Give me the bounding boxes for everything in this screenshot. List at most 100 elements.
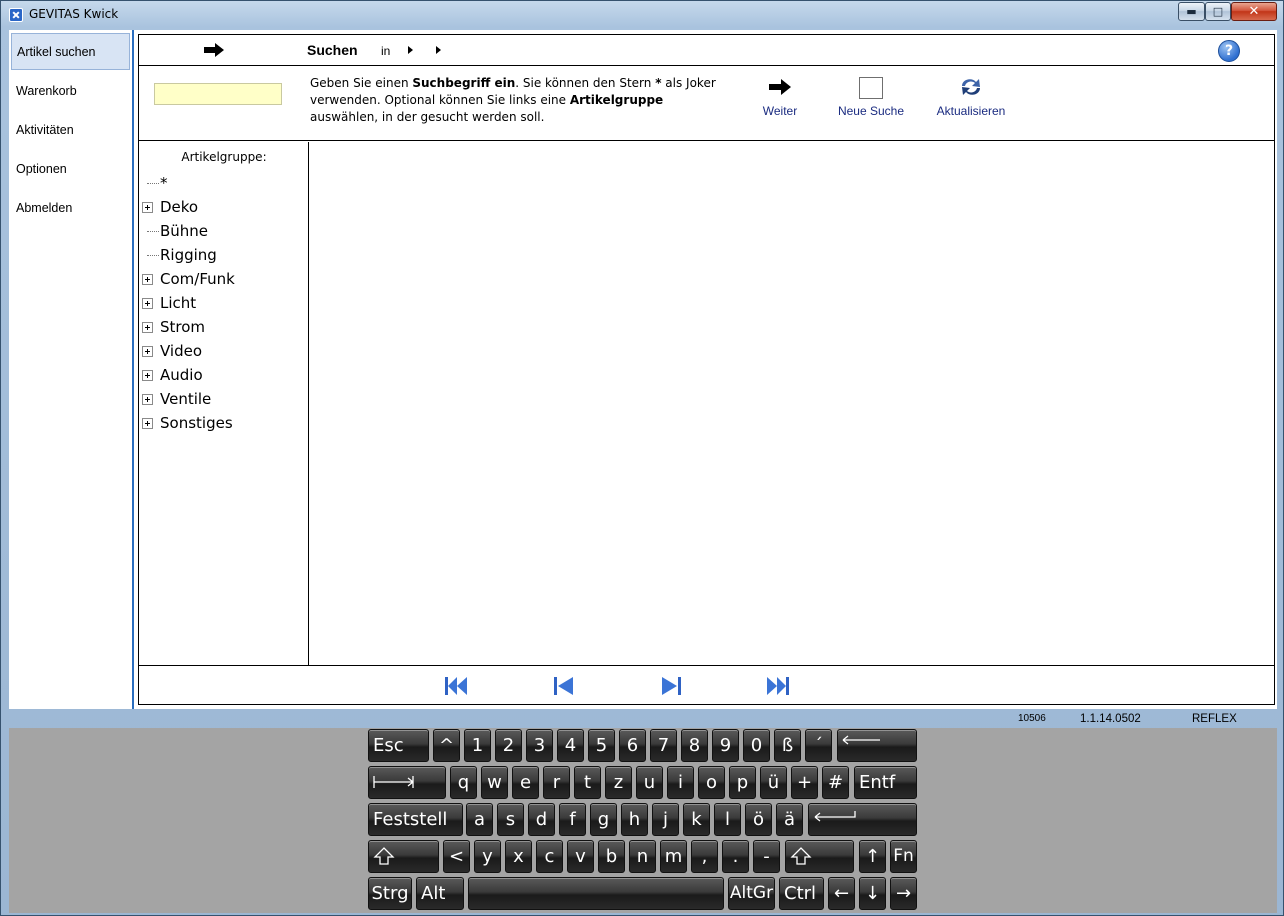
key-feststell[interactable]: Feststell bbox=[368, 803, 463, 836]
key-r[interactable]: r bbox=[543, 766, 570, 799]
key-5[interactable]: 5 bbox=[588, 729, 615, 762]
sidebar-item-aktivitaeten[interactable]: Aktivitäten bbox=[11, 112, 130, 149]
key-k[interactable]: k bbox=[683, 803, 710, 836]
key-w[interactable]: w bbox=[481, 766, 508, 799]
tree-item-strom[interactable]: Strom bbox=[139, 316, 309, 340]
previous-page-icon[interactable] bbox=[551, 675, 577, 697]
minimize-button[interactable]: ▬ bbox=[1178, 2, 1205, 21]
tree-item-audio[interactable]: Audio bbox=[139, 364, 309, 388]
tree-item-licht[interactable]: Licht bbox=[139, 292, 309, 316]
aktualisieren-button[interactable]: Aktualisieren bbox=[929, 75, 1013, 125]
key-c[interactable]: c bbox=[536, 840, 563, 873]
key-acute[interactable]: ´ bbox=[805, 729, 832, 762]
key-2[interactable]: 2 bbox=[495, 729, 522, 762]
breadcrumb-chevron-icon[interactable] bbox=[408, 46, 413, 54]
sidebar-item-artikel-suchen[interactable]: Artikel suchen bbox=[11, 33, 130, 70]
key-p[interactable]: p bbox=[729, 766, 756, 799]
expand-icon[interactable] bbox=[142, 370, 153, 381]
key-esc[interactable]: Esc bbox=[368, 729, 429, 762]
first-page-icon[interactable] bbox=[443, 675, 469, 697]
expand-icon[interactable] bbox=[142, 346, 153, 357]
key-u[interactable]: u bbox=[636, 766, 663, 799]
key-h[interactable]: h bbox=[621, 803, 648, 836]
help-icon[interactable]: ? bbox=[1218, 40, 1240, 62]
key-space[interactable] bbox=[468, 877, 724, 910]
tree-item-buehne[interactable]: Bühne bbox=[139, 220, 309, 244]
sidebar-item-warenkorb[interactable]: Warenkorb bbox=[11, 73, 130, 110]
results-area[interactable] bbox=[310, 142, 1274, 665]
key-fn[interactable]: Fn bbox=[890, 840, 917, 873]
key-plus[interactable]: + bbox=[791, 766, 818, 799]
expand-icon[interactable] bbox=[142, 322, 153, 333]
tree-item-video[interactable]: Video bbox=[139, 340, 309, 364]
key-q[interactable]: q bbox=[450, 766, 477, 799]
key-less-than[interactable]: < bbox=[443, 840, 470, 873]
key-j[interactable]: j bbox=[652, 803, 679, 836]
key-arrow-right[interactable]: → bbox=[890, 877, 917, 910]
expand-icon[interactable] bbox=[142, 418, 153, 429]
key-v[interactable]: v bbox=[567, 840, 594, 873]
weiter-button[interactable]: Weiter bbox=[755, 75, 805, 125]
sidebar-item-optionen[interactable]: Optionen bbox=[11, 151, 130, 188]
next-page-icon[interactable] bbox=[658, 675, 684, 697]
key-1[interactable]: 1 bbox=[464, 729, 491, 762]
neue-suche-button[interactable]: Neue Suche bbox=[829, 75, 913, 125]
key-7[interactable]: 7 bbox=[650, 729, 677, 762]
key-arrow-up[interactable]: ↑ bbox=[859, 840, 886, 873]
key-eszett[interactable]: ß bbox=[774, 729, 801, 762]
key-alt[interactable]: Alt bbox=[416, 877, 464, 910]
close-button[interactable]: ✕ bbox=[1231, 2, 1277, 21]
key-strg[interactable]: Strg bbox=[368, 877, 412, 910]
key-8[interactable]: 8 bbox=[681, 729, 708, 762]
key-d[interactable]: d bbox=[528, 803, 555, 836]
key-o[interactable]: o bbox=[698, 766, 725, 799]
key-minus[interactable]: - bbox=[753, 840, 780, 873]
key-tab[interactable] bbox=[368, 766, 446, 799]
key-arrow-left[interactable]: ← bbox=[828, 877, 855, 910]
expand-icon[interactable] bbox=[142, 202, 153, 213]
key-f[interactable]: f bbox=[559, 803, 586, 836]
key-shift-left[interactable] bbox=[368, 840, 439, 873]
key-entf[interactable]: Entf bbox=[854, 766, 917, 799]
key-6[interactable]: 6 bbox=[619, 729, 646, 762]
tree-item-com-funk[interactable]: Com/Funk bbox=[139, 268, 309, 292]
key-ctrl[interactable]: Ctrl bbox=[779, 877, 824, 910]
key-hash[interactable]: # bbox=[822, 766, 849, 799]
key-s[interactable]: s bbox=[497, 803, 524, 836]
key-3[interactable]: 3 bbox=[526, 729, 553, 762]
key-altgr[interactable]: AltGr bbox=[728, 877, 775, 910]
key-y[interactable]: y bbox=[474, 840, 501, 873]
key-oe[interactable]: ö bbox=[745, 803, 772, 836]
key-b[interactable]: b bbox=[598, 840, 625, 873]
key-ue[interactable]: ü bbox=[760, 766, 787, 799]
key-period[interactable]: . bbox=[722, 840, 749, 873]
key-comma[interactable]: , bbox=[691, 840, 718, 873]
expand-icon[interactable] bbox=[142, 274, 153, 285]
key-t[interactable]: t bbox=[574, 766, 601, 799]
key-caret[interactable]: ^ bbox=[433, 729, 460, 762]
key-4[interactable]: 4 bbox=[557, 729, 584, 762]
maximize-button[interactable]: □ bbox=[1205, 2, 1231, 21]
key-m[interactable]: m bbox=[660, 840, 687, 873]
sidebar-item-abmelden[interactable]: Abmelden bbox=[11, 190, 130, 227]
key-a[interactable]: a bbox=[466, 803, 493, 836]
key-l[interactable]: l bbox=[714, 803, 741, 836]
key-g[interactable]: g bbox=[590, 803, 617, 836]
tree-item-deko[interactable]: Deko bbox=[139, 196, 309, 220]
tree-item-sonstiges[interactable]: Sonstiges bbox=[139, 412, 309, 436]
expand-icon[interactable] bbox=[142, 394, 153, 405]
search-input[interactable] bbox=[154, 83, 282, 105]
expand-icon[interactable] bbox=[142, 298, 153, 309]
key-shift-right[interactable] bbox=[785, 840, 854, 873]
key-x[interactable]: x bbox=[505, 840, 532, 873]
key-z[interactable]: z bbox=[605, 766, 632, 799]
key-9[interactable]: 9 bbox=[712, 729, 739, 762]
key-i[interactable]: i bbox=[667, 766, 694, 799]
last-page-icon[interactable] bbox=[765, 675, 791, 697]
key-ae[interactable]: ä bbox=[776, 803, 803, 836]
key-backspace[interactable] bbox=[837, 729, 917, 762]
key-0[interactable]: 0 bbox=[743, 729, 770, 762]
title-bar[interactable]: GEVITAS Kwick ▬ □ ✕ bbox=[1, 1, 1283, 29]
breadcrumb-chevron-icon[interactable] bbox=[436, 46, 441, 54]
tree-item-all[interactable]: * bbox=[139, 172, 309, 196]
